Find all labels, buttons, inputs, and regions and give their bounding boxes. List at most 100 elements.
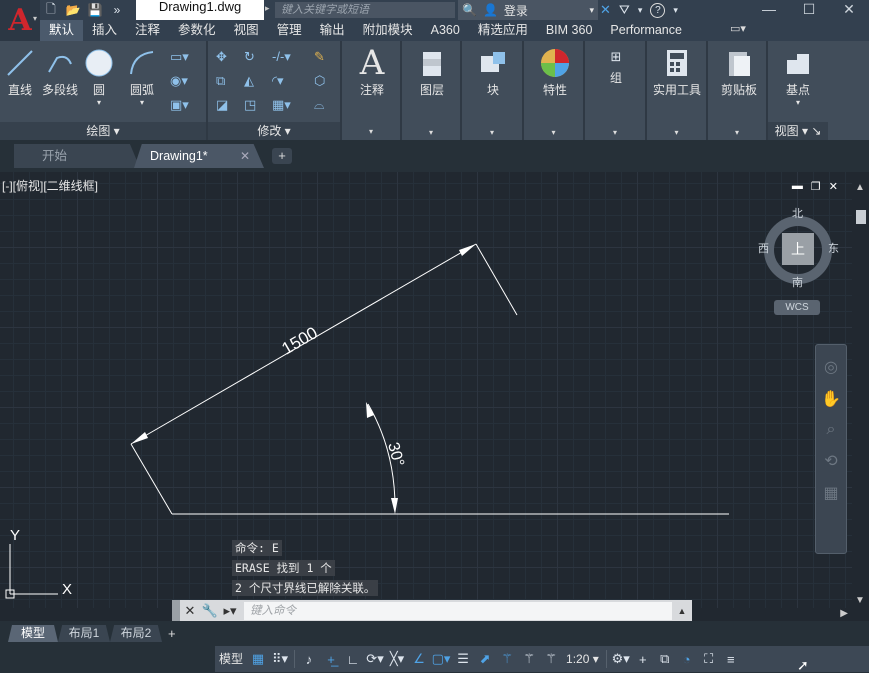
ribbon-tab[interactable]: 视图 xyxy=(225,20,268,41)
chevron-down-icon[interactable]: ▾ xyxy=(735,128,739,137)
zoom-icon[interactable]: ⌕ xyxy=(816,421,846,439)
grid-icon[interactable]: ▦ xyxy=(247,651,269,667)
model-space-button[interactable]: 模型 xyxy=(215,646,247,672)
command-input[interactable]: 键入命令 xyxy=(244,602,672,620)
object-snap-icon[interactable]: ▢▾ xyxy=(430,651,452,667)
copy-icon[interactable]: ⧉ xyxy=(216,73,225,89)
minimize-icon[interactable]: — xyxy=(749,0,789,20)
showmotion-icon[interactable]: ▦ xyxy=(816,483,846,503)
ribbon-tab[interactable]: 注释 xyxy=(126,20,169,41)
new-file-icon[interactable]: 🗋 xyxy=(42,2,60,18)
chevron-down-icon[interactable]: ▾ xyxy=(589,5,594,16)
ortho-icon[interactable]: ∟ xyxy=(342,652,364,667)
erase-icon[interactable]: ✎ xyxy=(314,49,325,65)
mirror-icon[interactable]: ◭ xyxy=(244,73,254,89)
workspace-gear-icon[interactable]: ⚙▾ xyxy=(610,651,632,667)
customization-menu-icon[interactable]: ≡ xyxy=(720,652,742,667)
utilities-button[interactable]: 实用工具 xyxy=(649,45,705,98)
object-snap-tracking-icon[interactable]: ∠ xyxy=(408,651,430,667)
wcs-menu[interactable]: WCS xyxy=(774,300,820,315)
group-button[interactable]: ⊞ 组 xyxy=(591,45,641,86)
ribbon-tab[interactable]: A360 xyxy=(422,20,469,41)
annotation-visibility-icon[interactable]: ⚚ xyxy=(518,651,540,667)
modify-panel-label[interactable]: 修改 ▾ xyxy=(208,122,340,140)
compass-north[interactable]: 北 xyxy=(792,205,803,221)
exchange-icon[interactable]: ✕ xyxy=(600,2,611,18)
move-icon[interactable]: ✥ xyxy=(216,49,227,65)
viewcube-top-face[interactable]: 上 xyxy=(782,233,814,265)
ribbon-tab[interactable]: BIM 360 xyxy=(537,20,602,41)
scroll-right-icon[interactable]: ▶ xyxy=(840,608,848,619)
help-icon[interactable]: ? xyxy=(650,2,666,18)
ribbon-tab[interactable]: 默认 xyxy=(40,20,84,41)
ribbon-tab[interactable]: 附加模块 xyxy=(354,20,422,41)
annotation-monitor-icon[interactable]: + xyxy=(632,652,654,667)
chevron-down-icon[interactable]: ▾ xyxy=(638,5,643,16)
drawing-viewport[interactable]: [-][俯视][二维线框] ▬ ❐ ✕ 1500 30° Y X xyxy=(0,172,852,608)
polyline-button[interactable]: 多段线 xyxy=(40,45,80,98)
explode-icon[interactable]: ⬡ xyxy=(314,73,325,89)
maximize-icon[interactable]: ☐ xyxy=(789,0,829,20)
save-icon[interactable]: 💾 xyxy=(86,2,104,18)
a360-icon[interactable]: ⛛ xyxy=(619,2,630,18)
view-panel-label[interactable]: 视图 ▾ ↘ xyxy=(768,122,828,140)
tab-layout1[interactable]: 布局1 xyxy=(58,625,110,642)
rectangle-icon[interactable]: ▭▾ xyxy=(170,49,189,65)
arc-button[interactable]: 圆弧 ▾ xyxy=(124,45,160,107)
compass-west[interactable]: 西 xyxy=(758,240,769,256)
steering-wheel-icon[interactable]: ◎ xyxy=(816,357,846,377)
basepoint-button[interactable]: 基点 ▾ xyxy=(774,45,822,107)
array-icon[interactable]: ▦▾ xyxy=(272,97,291,113)
close-command-line-icon[interactable]: ✕ xyxy=(180,603,200,619)
open-file-icon[interactable]: 📂 xyxy=(64,2,82,18)
chevron-down-icon[interactable]: ▾ xyxy=(774,98,822,107)
scale-icon[interactable]: ◳ xyxy=(244,97,256,113)
ribbon-options-icon[interactable]: ▭▾ xyxy=(730,22,746,35)
dynamic-input-icon[interactable]: +̲ xyxy=(320,652,342,667)
search-arrow-icon[interactable]: ▸ xyxy=(265,3,270,14)
polar-icon[interactable]: ⟳▾ xyxy=(364,651,386,667)
ribbon-tab[interactable]: 参数化 xyxy=(169,20,225,41)
chevron-down-icon[interactable]: ▾ xyxy=(673,5,678,16)
pan-icon[interactable]: ✋ xyxy=(816,389,846,409)
login-area[interactable]: 🔍 👤 登录 ▾ xyxy=(458,0,598,20)
scroll-up-icon[interactable]: ▲ xyxy=(855,182,865,193)
auto-scale-icon[interactable]: ⚚ xyxy=(540,651,562,667)
annotation-scale[interactable]: 1:20 ▾ xyxy=(562,646,603,672)
add-layout-icon[interactable]: + xyxy=(168,626,176,641)
chevron-down-icon[interactable]: ▾ xyxy=(613,128,617,137)
chevron-down-icon[interactable]: ▾ xyxy=(429,128,433,137)
transparency-icon[interactable]: ⬈ xyxy=(474,651,496,667)
close-tab-icon[interactable]: ✕ xyxy=(240,144,250,168)
recent-commands-icon[interactable]: ▸▾ xyxy=(220,603,240,619)
orbit-icon[interactable]: ⟲ xyxy=(816,451,846,471)
trim-icon[interactable]: -/-▾ xyxy=(272,49,291,65)
hatch-icon[interactable]: ◉▾ xyxy=(170,73,188,89)
draw-panel-label[interactable]: 绘图 ▾ xyxy=(0,122,206,140)
chevron-down-icon[interactable]: ▾ xyxy=(674,128,678,137)
more-icon[interactable]: » xyxy=(108,2,126,18)
scroll-thumb[interactable] xyxy=(856,210,866,224)
customize-icon[interactable]: 🔧 xyxy=(200,603,220,619)
clean-screen-icon[interactable]: ⛶ xyxy=(698,651,720,667)
line-button[interactable]: 直线 xyxy=(2,45,38,98)
chevron-down-icon[interactable]: ▾ xyxy=(551,128,555,137)
isodraft-icon[interactable]: ╳▾ xyxy=(386,651,408,667)
vertical-scrollbar[interactable]: ▲ ▼ xyxy=(852,172,869,608)
ribbon-tab[interactable]: 精选应用 xyxy=(469,20,537,41)
command-line-grip[interactable] xyxy=(172,600,180,622)
tab-layout2[interactable]: 布局2 xyxy=(110,625,162,642)
annotation-scale-icon[interactable]: ⚚ xyxy=(496,651,518,667)
chevron-down-icon[interactable]: ▾ xyxy=(369,127,373,136)
scroll-down-icon[interactable]: ▼ xyxy=(855,595,865,606)
units-icon[interactable]: ⧉ xyxy=(654,651,676,667)
rotate-icon[interactable]: ↻ xyxy=(244,49,255,65)
close-icon[interactable]: ✕ xyxy=(829,0,869,20)
isolate-objects-icon[interactable]: ◔ xyxy=(676,652,698,667)
block-button[interactable]: 块 xyxy=(468,45,518,98)
stretch-icon[interactable]: ◪ xyxy=(216,97,228,113)
ribbon-tab[interactable]: 输出 xyxy=(311,20,354,41)
layers-button[interactable]: 图层 xyxy=(408,45,456,98)
application-menu-button[interactable]: A ▾ xyxy=(0,0,40,41)
ribbon-tab[interactable]: 插入 xyxy=(83,20,126,41)
